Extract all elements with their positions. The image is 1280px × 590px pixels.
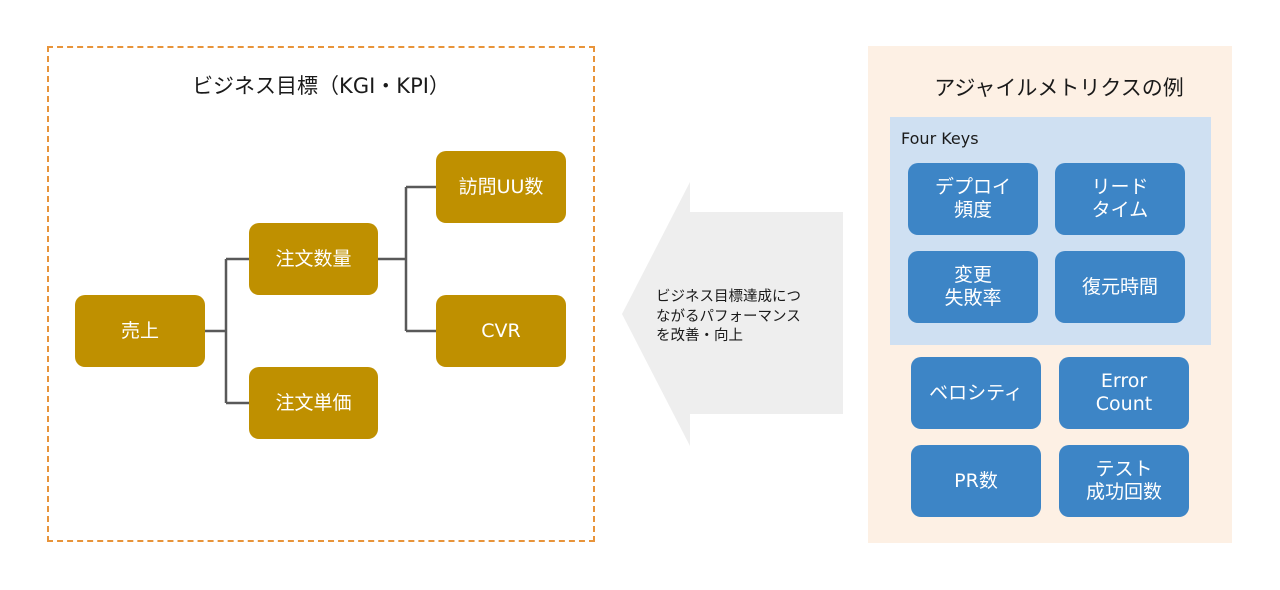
- metric-label-line1: デプロイ: [934, 176, 1011, 199]
- metric-deploy-frequency[interactable]: デプロイ 頻度: [908, 163, 1038, 235]
- metric-velocity[interactable]: ベロシティ: [911, 357, 1041, 429]
- metric-label-line1: PR数: [954, 469, 998, 492]
- kpi-node-label: 注文数量: [275, 247, 352, 270]
- kpi-node-order-unit-price[interactable]: 注文単価: [249, 367, 378, 439]
- kpi-node-label: 注文単価: [275, 391, 352, 414]
- kpi-node-label: 売上: [120, 319, 159, 342]
- kpi-node-cvr[interactable]: CVR: [436, 295, 566, 367]
- metric-change-failure-rate[interactable]: 変更 失敗率: [908, 251, 1038, 323]
- metric-label-line1: 変更: [953, 264, 992, 287]
- metric-label-line2: 頻度: [953, 199, 992, 221]
- arrow-caption-line: ビジネス目標達成につ: [656, 289, 801, 305]
- kpi-node-label: CVR: [481, 319, 521, 342]
- metric-test-success-count[interactable]: テスト 成功回数: [1059, 445, 1189, 517]
- metric-label-line1: 復元時間: [1081, 275, 1158, 298]
- metric-label-line1: Error: [1100, 370, 1148, 393]
- kpi-node-sales[interactable]: 売上: [75, 295, 205, 367]
- four-keys-label: Four Keys: [901, 129, 979, 148]
- arrow-caption-line: ながるパフォーマンス: [656, 308, 801, 325]
- metric-error-count[interactable]: Error Count: [1059, 357, 1189, 429]
- metric-label-line1: ベロシティ: [929, 381, 1023, 404]
- metric-label-line2: Count: [1095, 393, 1153, 415]
- arrow-caption-line: を改善・向上: [656, 328, 743, 345]
- metric-label-line2: 失敗率: [944, 287, 1002, 309]
- kpi-node-order-quantity[interactable]: 注文数量: [249, 223, 378, 295]
- kpi-node-visitor-uu[interactable]: 訪問UU数: [436, 151, 566, 223]
- kpi-node-label: 訪問UU数: [458, 175, 544, 198]
- metric-time-to-restore[interactable]: 復元時間: [1055, 251, 1185, 323]
- arrow-caption: ビジネス目標達成につ ながるパフォーマンス を改善・向上: [656, 288, 846, 347]
- business-goals-title: ビジネス目標（KGI・KPI）: [192, 74, 450, 98]
- metric-label-line2: 成功回数: [1085, 481, 1162, 503]
- metric-pr-count[interactable]: PR数: [911, 445, 1041, 517]
- metric-label-line1: テスト: [1095, 458, 1153, 481]
- metric-label-line1: リード: [1091, 176, 1149, 199]
- agile-metrics-title: アジャイルメトリクスの例: [934, 76, 1184, 100]
- metric-lead-time[interactable]: リード タイム: [1055, 163, 1185, 235]
- metric-label-line2: タイム: [1091, 199, 1149, 221]
